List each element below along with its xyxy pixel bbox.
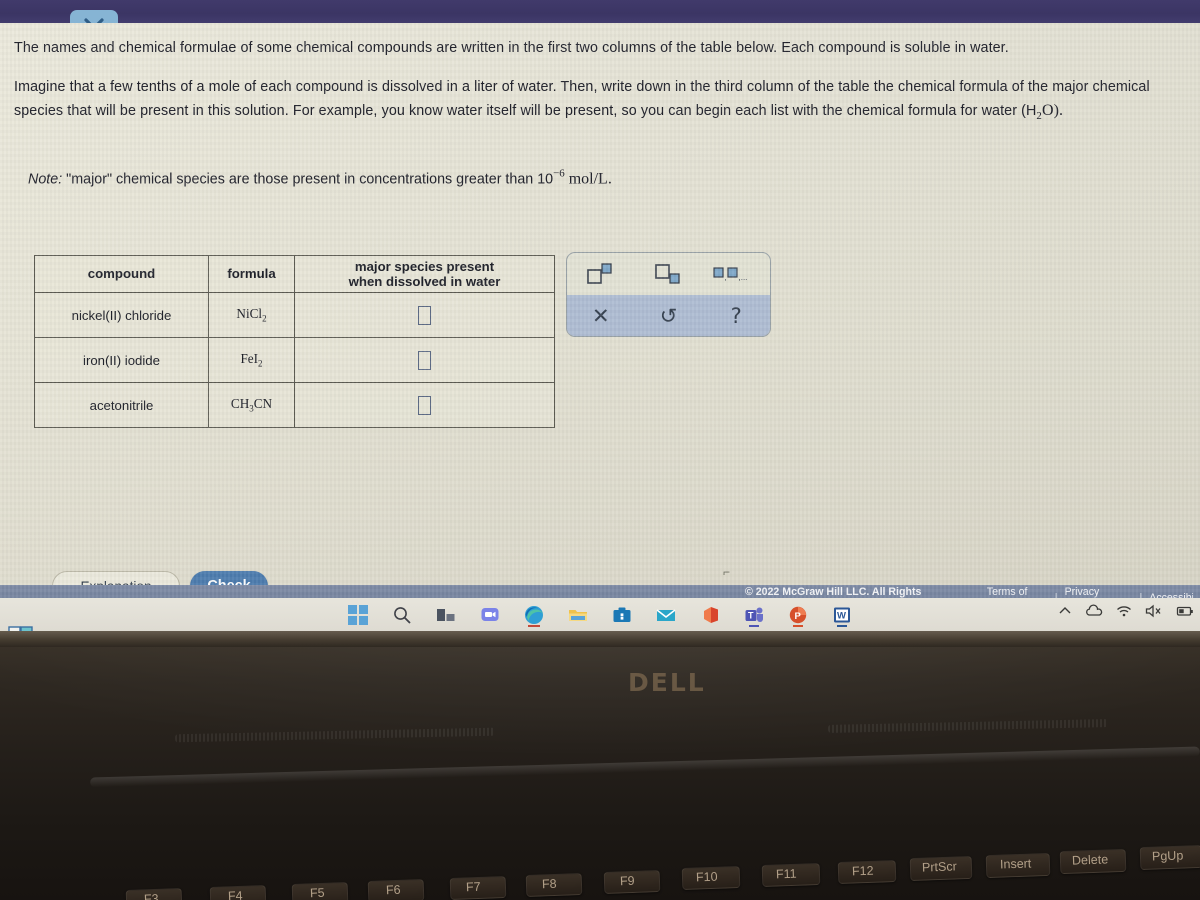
- key-f11[interactable]: F11: [776, 867, 797, 882]
- table-row: acetonitrile CH3CN: [34, 382, 555, 428]
- cell-formula: CH3CN: [208, 382, 295, 428]
- species-list-icon[interactable]: , ,...: [702, 253, 770, 295]
- key-f10[interactable]: F10: [696, 870, 718, 885]
- header-compound: compound: [34, 255, 209, 293]
- edge-browser-icon[interactable]: [524, 605, 544, 627]
- cell-compound-name: nickel(II) chloride: [34, 292, 209, 338]
- help-icon[interactable]: ?: [702, 295, 770, 336]
- problem-paragraph-1: The names and chemical formulae of some …: [14, 40, 1009, 56]
- key-pgup[interactable]: PgUp: [1152, 848, 1184, 863]
- table-row: nickel(II) chloride NiCl2: [34, 292, 555, 338]
- problem-statement: The names and chemical formulae of some …: [14, 38, 1179, 124]
- cell-answer[interactable]: [294, 337, 555, 383]
- word-icon[interactable]: W: [832, 605, 852, 627]
- answer-input-field[interactable]: [418, 350, 431, 370]
- key-f3[interactable]: F3: [144, 892, 159, 900]
- onedrive-icon[interactable]: [1085, 604, 1103, 623]
- palette-format-row: , ,...: [567, 253, 770, 295]
- powerpoint-icon[interactable]: P: [788, 605, 808, 627]
- teams-icon[interactable]: T: [744, 605, 764, 627]
- key-f12[interactable]: F12: [852, 864, 874, 879]
- show-hidden-icons-icon[interactable]: [1058, 604, 1072, 623]
- superscript-icon[interactable]: [567, 253, 635, 295]
- svg-text:P: P: [795, 611, 802, 622]
- battery-icon[interactable]: [1176, 604, 1194, 623]
- key-f6[interactable]: F6: [386, 883, 401, 898]
- svg-text:,: ,: [725, 273, 727, 282]
- laptop-screen-photo: The names and chemical formulae of some …: [0, 0, 1200, 900]
- browser-chrome-bar: [0, 0, 1200, 23]
- laptop-hinge: [0, 631, 1200, 647]
- dell-logo: DELL: [628, 668, 706, 697]
- cell-compound-name: iron(II) iodide: [34, 337, 209, 383]
- note-label: Note:: [28, 171, 63, 188]
- palette-action-row: ✕ ↺ ?: [567, 295, 770, 336]
- note-exponent-value: −6: [553, 168, 565, 180]
- key-insert[interactable]: Insert: [1000, 856, 1032, 871]
- key-f8[interactable]: F8: [542, 877, 557, 892]
- key-f9[interactable]: F9: [620, 874, 635, 889]
- key-delete[interactable]: Delete: [1072, 852, 1109, 867]
- major-species-note: Note: "major" chemical species are those…: [28, 168, 612, 188]
- svg-text:,...: ,...: [739, 273, 748, 282]
- key-f5[interactable]: F5: [310, 886, 325, 900]
- header-major-species: major species present when dissolved in …: [294, 255, 555, 293]
- svg-text:T: T: [748, 610, 754, 620]
- mouse-cursor: ⌐: [723, 565, 731, 579]
- clear-icon[interactable]: ✕: [567, 295, 635, 336]
- species-table: compound formula major species present w…: [34, 255, 555, 428]
- subscript-icon[interactable]: [635, 253, 703, 295]
- table-row: iron(II) iodide FeI2: [34, 337, 555, 383]
- windows-taskbar: T P W: [0, 598, 1200, 631]
- cell-formula: NiCl2: [208, 292, 295, 338]
- problem-paragraph-2: Imagine that a few tenths of a mole of e…: [14, 79, 1150, 123]
- species-table-wrapper: compound formula major species present w…: [34, 255, 555, 428]
- keyboard-function-row: F3 F4 F5 F6 F7 F8 F9 F10 F11 F12 PrtScr …: [0, 844, 1200, 900]
- cell-answer[interactable]: [294, 292, 555, 338]
- mail-icon[interactable]: [656, 605, 676, 625]
- header-formula: formula: [208, 255, 295, 293]
- key-f7[interactable]: F7: [466, 880, 481, 895]
- system-tray: [1058, 604, 1194, 623]
- svg-text:W: W: [837, 610, 846, 621]
- undo-icon[interactable]: ↺: [635, 295, 703, 336]
- cell-compound-name: acetonitrile: [34, 382, 209, 428]
- cell-answer[interactable]: [294, 382, 555, 428]
- task-view-icon[interactable]: [436, 605, 456, 625]
- microsoft-store-icon[interactable]: [612, 605, 632, 625]
- table-header-row: compound formula major species present w…: [34, 255, 555, 293]
- formula-entry-palette: , ,... ✕ ↺ ?: [566, 252, 771, 337]
- answer-input-field[interactable]: [418, 305, 431, 325]
- wifi-icon[interactable]: [1116, 604, 1132, 623]
- search-icon[interactable]: [392, 605, 412, 625]
- start-icon[interactable]: [348, 604, 368, 625]
- key-f4[interactable]: F4: [228, 889, 243, 900]
- answer-input-field[interactable]: [418, 395, 431, 415]
- volume-muted-icon[interactable]: [1145, 604, 1163, 623]
- file-explorer-icon[interactable]: [568, 605, 588, 625]
- chat-icon[interactable]: [480, 605, 500, 625]
- key-prtscr[interactable]: PrtScr: [922, 859, 957, 874]
- cell-formula: FeI2: [208, 337, 295, 383]
- exercise-page: The names and chemical formulae of some …: [0, 23, 1200, 611]
- water-formula: 2O).: [1036, 101, 1064, 123]
- office-icon[interactable]: [700, 605, 720, 625]
